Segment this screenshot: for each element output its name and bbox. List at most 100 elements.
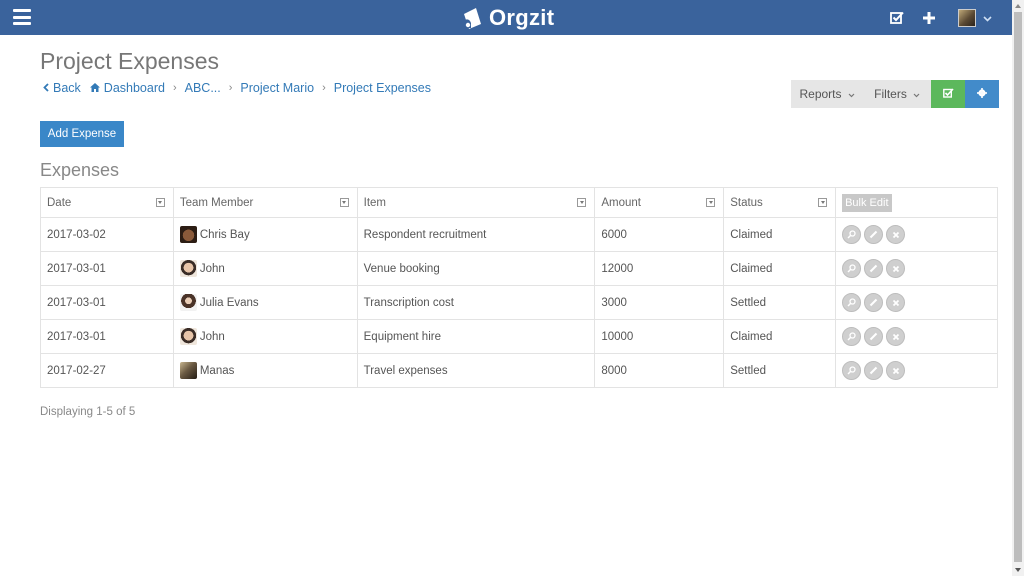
cell-amount: 6000 [594,217,725,252]
cell-amount: 3000 [594,285,725,320]
cell-item: Transcription cost [356,285,596,320]
home-icon [89,83,100,92]
cell-team-member: Manas [172,353,358,388]
cell-status: Settled [723,353,837,388]
delete-icon[interactable] [886,327,906,346]
cell-item: Equipment hire [356,319,596,354]
member-avatar [179,328,197,345]
table-row[interactable]: 2017-03-01 John Equipment hire 10000 Claimed [40,319,998,354]
column-menu-icon[interactable] [818,198,828,207]
breadcrumb-separator: › [172,82,177,94]
brand-logo[interactable]: Orgzit [460,4,554,32]
scroll-down-arrow-icon[interactable] [1012,564,1024,576]
column-menu-icon[interactable] [339,198,349,207]
view-icon[interactable] [842,361,862,380]
member-avatar [179,362,197,379]
checkbox-icon [942,87,954,101]
filters-dropdown[interactable]: Filters [863,80,931,108]
cell-status: Claimed [723,217,837,252]
cell-actions [835,217,998,252]
cell-date: 2017-02-27 [40,353,174,388]
cell-status: Claimed [723,251,837,286]
cell-item: Venue booking [356,251,596,286]
hamburger-menu-icon[interactable] [13,9,31,25]
table-row[interactable]: 2017-03-01 John Venue booking 12000 Claimed [40,251,998,286]
orgzit-logo-icon [464,8,481,29]
cell-team-member: John [172,319,358,354]
edit-icon[interactable] [864,293,884,312]
cell-amount: 12000 [594,251,725,286]
member-name: Manas [199,364,235,377]
view-icon[interactable] [842,259,862,278]
cell-amount: 10000 [594,319,725,354]
member-avatar [179,226,197,243]
plus-icon[interactable] [918,7,940,29]
cell-team-member: John [172,251,358,286]
cell-actions [835,319,998,354]
view-icon[interactable] [842,225,862,244]
delete-icon[interactable] [886,361,906,380]
user-avatar[interactable] [958,8,976,27]
section-title: Expenses [40,160,120,180]
table-row[interactable]: 2017-02-27 Manas Travel expenses 8000 Settle… [40,353,998,388]
top-navbar: Orgzit [0,0,1012,35]
cell-date: 2017-03-01 [40,285,174,320]
breadcrumb-project-expenses[interactable]: Project Expenses [334,81,431,95]
edit-icon[interactable] [864,259,884,278]
member-avatar [179,260,197,277]
view-icon[interactable] [842,293,862,312]
column-header-item[interactable]: Item [356,187,596,218]
table-row[interactable]: 2017-03-02 Chris Bay Respondent recruitmen… [40,217,998,252]
settings-button[interactable] [965,80,999,108]
page-title: Project Expenses [40,48,219,74]
column-header-team-member[interactable]: Team Member [172,187,358,218]
chevron-down-icon[interactable] [983,9,992,27]
column-menu-icon[interactable] [577,198,587,207]
table-row[interactable]: 2017-03-01 Julia Evans Transcription cost 3… [40,285,998,320]
tasks-checkbox-icon[interactable] [886,7,908,29]
brand-name: Orgzit [489,5,555,30]
column-header-amount[interactable]: Amount [594,187,725,218]
cell-amount: 8000 [594,353,725,388]
breadcrumb-project-mario[interactable]: Project Mario [240,81,314,95]
scroll-up-arrow-icon[interactable] [1012,0,1024,12]
column-header-actions: Bulk Edit [835,187,998,218]
cell-actions [835,353,998,388]
column-header-status[interactable]: Status [723,187,837,218]
breadcrumb-dashboard[interactable]: Dashboard [89,81,165,95]
edit-icon[interactable] [864,327,884,346]
expenses-table: Date Team Member Item Amount Status Bulk… [40,187,998,388]
chevron-left-icon [43,83,49,92]
edit-icon[interactable] [864,361,884,380]
table-header-row: Date Team Member Item Amount Status Bulk… [40,187,998,218]
member-name: John [199,262,225,275]
cell-date: 2017-03-01 [40,251,174,286]
select-checkbox-button[interactable] [931,80,965,108]
delete-icon[interactable] [886,259,906,278]
member-name: Chris Bay [199,228,250,241]
breadcrumb-separator: › [322,82,326,94]
cell-actions [835,251,998,286]
chevron-down-icon [913,87,920,101]
view-icon[interactable] [842,327,862,346]
reports-dropdown[interactable]: Reports [791,80,863,108]
cell-team-member: Julia Evans [172,285,358,320]
member-name: John [199,330,225,343]
delete-icon[interactable] [886,293,906,312]
breadcrumb-abc[interactable]: ABC... [185,81,221,95]
cell-date: 2017-03-01 [40,319,174,354]
vertical-scrollbar[interactable] [1012,0,1024,576]
column-menu-icon[interactable] [706,198,716,207]
delete-icon[interactable] [886,225,906,244]
edit-icon[interactable] [864,225,884,244]
scrollbar-thumb[interactable] [1014,12,1022,562]
view-toolbar: Reports Filters [791,80,999,108]
column-header-date[interactable]: Date [40,187,174,218]
cell-item: Travel expenses [356,353,596,388]
bulk-edit-button[interactable]: Bulk Edit [842,193,892,212]
cell-actions [835,285,998,320]
add-expense-button[interactable]: Add Expense [40,121,124,147]
breadcrumb-back[interactable]: Back [43,81,81,95]
column-menu-icon[interactable] [155,198,165,207]
cell-status: Claimed [723,319,837,354]
